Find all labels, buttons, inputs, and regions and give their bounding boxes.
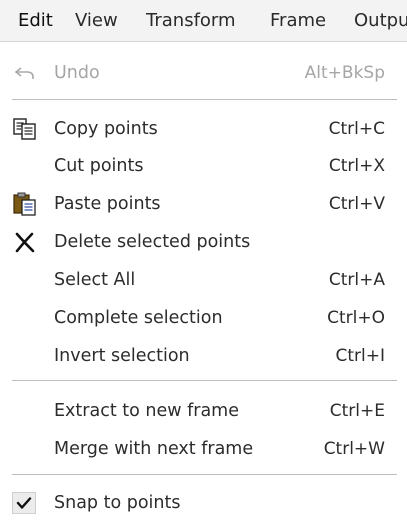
menu-transform[interactable]: Transform (146, 0, 236, 41)
menu-edit[interactable]: Edit (18, 0, 53, 41)
undo-icon (12, 61, 38, 85)
menu-item-shortcut: Ctrl+I (335, 346, 385, 366)
menu-separator (12, 474, 397, 476)
copy-icon (12, 117, 38, 141)
checkmark-icon (12, 492, 36, 514)
menu-view[interactable]: View (75, 0, 118, 41)
menu-separator (12, 99, 397, 101)
menu-item-label: Paste points (54, 194, 161, 214)
menu-item-shortcut: Ctrl+X (328, 156, 385, 176)
menu-item-paste-points[interactable]: Paste points Ctrl+V (0, 186, 407, 222)
menu-item-label: Cut points (54, 156, 144, 176)
menu-item-shortcut: Alt+BkSp (304, 63, 385, 83)
menu-item-select-all[interactable]: Select All Ctrl+A (0, 262, 407, 298)
delete-x-icon (12, 230, 38, 254)
menu-item-complete-selection[interactable]: Complete selection Ctrl+O (0, 300, 407, 336)
menu-item-delete-selected-points[interactable]: Delete selected points (0, 224, 407, 260)
menu-item-label: Delete selected points (54, 232, 251, 252)
menu-item-shortcut: Ctrl+W (323, 439, 385, 459)
menu-item-shortcut: Ctrl+V (328, 194, 385, 214)
menu-item-copy-points[interactable]: Copy points Ctrl+C (0, 111, 407, 147)
menu-item-shortcut: Ctrl+E (329, 401, 385, 421)
menu-item-shortcut: Ctrl+O (327, 308, 385, 328)
menu-item-label: Select All (54, 270, 136, 290)
menu-item-merge-with-next-frame[interactable]: Merge with next frame Ctrl+W (0, 431, 407, 467)
menu-item-label: Invert selection (54, 346, 190, 366)
menu-output[interactable]: Outpu (354, 0, 407, 41)
menu-frame[interactable]: Frame (270, 0, 326, 41)
menu-item-label: Complete selection (54, 308, 223, 328)
menu-item-extract-to-new-frame[interactable]: Extract to new frame Ctrl+E (0, 393, 407, 429)
menu-item-label: Extract to new frame (54, 401, 239, 421)
edit-menu-dropdown: Undo Alt+BkSp Copy points Ctrl+C Cut poi… (0, 42, 407, 517)
menu-item-label: Merge with next frame (54, 439, 254, 459)
menu-item-invert-selection[interactable]: Invert selection Ctrl+I (0, 338, 407, 374)
menu-item-label: Snap to points (54, 493, 181, 513)
menu-item-shortcut: Ctrl+C (328, 119, 385, 139)
menu-item-label: Undo (54, 63, 100, 83)
menu-separator (12, 380, 397, 382)
paste-icon (12, 192, 38, 216)
menu-bar: Edit View Transform Frame Outpu (0, 0, 407, 42)
menu-item-cut-points[interactable]: Cut points Ctrl+X (0, 148, 407, 184)
menu-item-label: Copy points (54, 119, 158, 139)
menu-item-shortcut: Ctrl+A (328, 270, 385, 290)
menu-item-undo[interactable]: Undo Alt+BkSp (0, 55, 407, 91)
menu-item-snap-to-points[interactable]: Snap to points (0, 485, 407, 521)
